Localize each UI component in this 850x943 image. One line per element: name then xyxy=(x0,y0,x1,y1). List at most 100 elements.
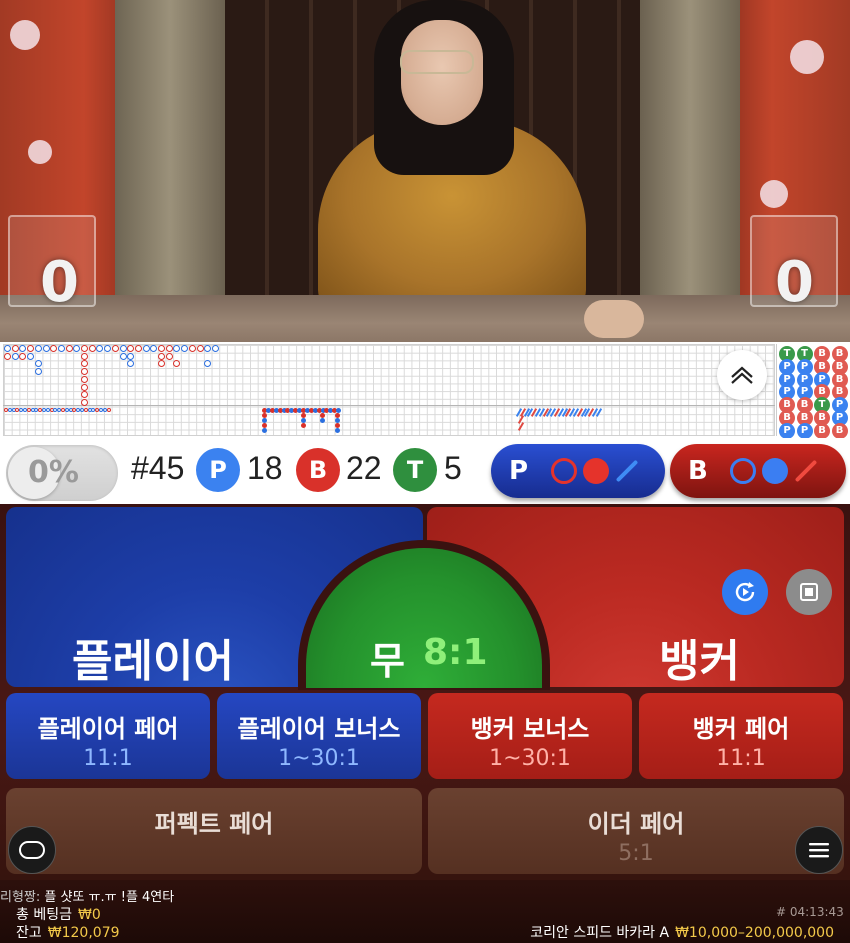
big-road-mark xyxy=(81,375,88,383)
either-pair-bet[interactable]: 이더 페어 5:1 xyxy=(428,788,844,874)
stats-bar: 0% #45 P 18 B 22 T 5 P B xyxy=(0,438,850,504)
big-road-mark xyxy=(4,352,11,360)
live-dealer-video: 0 0 xyxy=(0,0,850,342)
banker-predict-label: B xyxy=(688,456,708,486)
big-road-mark xyxy=(88,345,96,352)
expand-roadmap-button[interactable] xyxy=(717,350,767,400)
chat-button[interactable] xyxy=(8,826,56,874)
bead-road: TPPPBBPTPPPBBPBBPBTBBBBBBPPB xyxy=(776,344,848,439)
menu-button[interactable] xyxy=(795,826,843,874)
refresh-play-icon xyxy=(735,582,755,602)
big-road-mark xyxy=(81,345,88,352)
banker-count: 22 xyxy=(346,450,382,486)
bead-p: P xyxy=(796,422,813,439)
player-bonus-bet[interactable]: 플레이어 보너스 1~30:1 xyxy=(217,693,421,779)
table-name: 코리안 스피드 바카라 A xyxy=(530,925,670,941)
big-road-mark xyxy=(127,352,135,360)
big-road-mark xyxy=(11,352,19,360)
banker-score: 0 xyxy=(775,250,814,315)
roadmap-divider xyxy=(3,405,775,406)
player-pair-bet[interactable]: 플레이어 페어 11:1 xyxy=(6,693,210,779)
player-pair-odds: 11:1 xyxy=(83,746,133,771)
blossom xyxy=(790,40,824,74)
big-road-mark xyxy=(81,383,88,391)
big-road-mark xyxy=(119,352,127,360)
banker-bonus-label: 뱅커 보너스 xyxy=(470,715,590,743)
cockroach-slash-icon xyxy=(794,459,818,483)
total-bet-row: 총 베팅금 ₩0 xyxy=(16,904,101,924)
big-road-mark xyxy=(134,345,142,352)
big-road-mark xyxy=(57,345,65,352)
round-number: #45 xyxy=(131,450,185,486)
bead-p: P xyxy=(779,422,795,439)
baccarat-game-screen: 0 0 TPPPBBPTPPPBBPBBPBTBBBBBBPPB 0% #45 … xyxy=(0,0,850,943)
big-road-ring-icon xyxy=(730,458,756,484)
banker-predict-button[interactable]: B xyxy=(670,444,846,498)
big-road-mark xyxy=(119,345,127,352)
big-road-mark xyxy=(4,345,11,352)
big-road-mark xyxy=(158,345,165,352)
stop-button[interactable] xyxy=(786,569,832,615)
table-info: 코리안 스피드 바카라 A ₩10,000–200,000,000 xyxy=(530,922,834,942)
derived-road-mark xyxy=(106,408,111,412)
big-road-mark xyxy=(165,352,173,360)
hamburger-menu-icon xyxy=(809,843,829,858)
chat-bubble-icon xyxy=(19,841,45,859)
big-road-mark xyxy=(65,345,73,352)
dealer-glasses xyxy=(400,50,474,74)
small-road-mark xyxy=(262,428,267,433)
video-pillar-right xyxy=(640,0,740,300)
blossom xyxy=(28,140,52,164)
big-road-mark xyxy=(165,345,173,352)
small-road-dot-icon xyxy=(583,458,609,484)
table-limits: ₩10,000–200,000,000 xyxy=(675,925,834,941)
small-road-mark xyxy=(320,418,325,423)
autoplay-button[interactable] xyxy=(722,569,768,615)
player-count: 18 xyxy=(247,450,283,486)
player-bonus-label: 플레이어 보너스 xyxy=(237,715,401,743)
small-road-dot-icon xyxy=(762,458,788,484)
banker-bonus-odds: 1~30:1 xyxy=(489,746,571,771)
banker-bonus-bet[interactable]: 뱅커 보너스 1~30:1 xyxy=(428,693,632,779)
blossom xyxy=(10,20,40,50)
big-road-mark xyxy=(42,345,50,352)
player-predict-button[interactable]: P xyxy=(491,444,665,498)
banker-pair-bet[interactable]: 뱅커 페어 11:1 xyxy=(639,693,843,779)
big-road-mark xyxy=(27,352,35,360)
tie-count: 5 xyxy=(444,450,462,486)
big-road-mark xyxy=(34,368,42,376)
total-bet-value: ₩0 xyxy=(77,907,101,923)
tie-bet-label: 무 xyxy=(370,639,405,683)
big-road-mark xyxy=(158,352,165,360)
banker-pair-odds: 11:1 xyxy=(716,746,766,771)
percent-toggle[interactable]: 0% xyxy=(6,445,118,501)
dealer-hand xyxy=(584,300,644,338)
big-road-mark xyxy=(196,345,204,352)
big-road-ring-icon xyxy=(551,458,577,484)
round-id: # 04:13:43 xyxy=(776,905,844,919)
player-count-badge: P xyxy=(196,448,240,492)
stop-icon xyxy=(800,583,818,601)
either-pair-odds: 5:1 xyxy=(618,841,654,866)
player-bet-label: 플레이어 xyxy=(72,636,234,687)
chat-message: 리형짱: 플 샷또 ㅠ.ㅠ !플 4연타 xyxy=(0,886,174,905)
chat-text: 플 샷또 ㅠ.ㅠ !플 4연타 xyxy=(44,890,175,905)
player-bonus-odds: 1~30:1 xyxy=(278,746,360,771)
big-road-mark xyxy=(142,345,150,352)
bead-b: B xyxy=(814,422,830,439)
balance-value: ₩120,079 xyxy=(47,925,120,941)
big-road-mark xyxy=(81,352,88,360)
banker-count-badge: B xyxy=(296,448,340,492)
player-predict-label: P xyxy=(509,456,529,486)
percent-value: 0% xyxy=(28,455,79,490)
big-road-mark xyxy=(211,345,219,352)
banker-pair-label: 뱅커 페어 xyxy=(692,715,790,743)
chat-nickname: 리형짱: xyxy=(0,890,41,905)
tie-count-badge: T xyxy=(393,448,437,492)
small-road-mark xyxy=(335,428,340,433)
tie-bet-odds: 8:1 xyxy=(423,632,488,673)
perfect-pair-bet[interactable]: 퍼펙트 페어 xyxy=(6,788,422,874)
cockroach-slash-icon xyxy=(615,459,639,483)
roadmap-grid xyxy=(3,344,775,436)
video-table xyxy=(0,295,850,342)
